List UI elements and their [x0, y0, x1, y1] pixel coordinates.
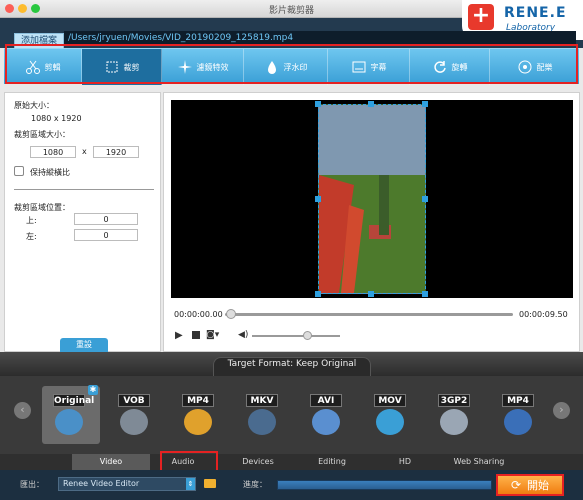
file-path-field[interactable]: /Users/jryuen/Movies/VID_20190209_125819…: [64, 31, 576, 45]
format-item-vob[interactable]: VOB: [116, 392, 152, 438]
plus-icon: +: [468, 4, 494, 30]
category-devices[interactable]: Devices: [225, 454, 291, 470]
progress-bar: [277, 480, 492, 490]
format-icon: [504, 409, 532, 435]
reset-button[interactable]: 重設: [60, 338, 108, 352]
timeline-slider[interactable]: [225, 313, 513, 316]
time-end: 00:00:09.50: [519, 310, 568, 319]
volume-slider[interactable]: [252, 335, 340, 337]
start-label: 開始: [527, 479, 550, 492]
volume-knob[interactable]: [303, 331, 312, 340]
format-item-avi[interactable]: AVI: [308, 392, 344, 438]
time-current: 00:00:00.00: [174, 310, 223, 319]
format-icon: [55, 409, 83, 435]
keep-ratio-label: 保持縱橫比: [30, 168, 70, 177]
left-offset-label: 左:: [26, 232, 37, 241]
stop-icon[interactable]: [192, 331, 200, 339]
gear-icon[interactable]: ✱: [88, 385, 98, 395]
play-icon[interactable]: ▶: [175, 330, 183, 341]
crop-height-input[interactable]: 1920: [93, 146, 139, 158]
original-size-value: 1080 x 1920: [31, 114, 82, 123]
format-item-mp4-alt[interactable]: MP4: [500, 392, 536, 438]
format-item-mov[interactable]: MOV: [372, 392, 408, 438]
format-item-original[interactable]: Original: [51, 392, 95, 438]
format-label: Original: [53, 394, 95, 407]
crop-frame[interactable]: [318, 104, 426, 294]
format-label: 3GP2: [438, 394, 470, 407]
target-format-label: Target Format: Keep Original: [227, 359, 357, 369]
format-label: MOV: [374, 394, 406, 407]
start-button[interactable]: ⟳ 開始: [496, 474, 564, 496]
crop-position-label: 裁剪區域位置：: [14, 203, 70, 212]
category-hd[interactable]: HD: [372, 454, 438, 470]
output-select[interactable]: Renee Video Editor: [58, 477, 196, 491]
timeline-knob[interactable]: [226, 309, 236, 319]
chevron-down-icon[interactable]: ⇕: [186, 478, 195, 490]
crop-handle[interactable]: [315, 291, 321, 297]
format-icon: [440, 409, 468, 435]
chevron-right-icon[interactable]: ›: [553, 402, 570, 419]
format-label: VOB: [118, 394, 150, 407]
crop-handle[interactable]: [422, 291, 428, 297]
top-offset-input[interactable]: 0: [74, 213, 138, 225]
progress-label: 進度：: [243, 480, 267, 489]
format-icon: [312, 409, 340, 435]
category-web-sharing[interactable]: Web Sharing: [446, 454, 512, 470]
format-icon: [376, 409, 404, 435]
crop-handle[interactable]: [368, 291, 374, 297]
crop-handle[interactable]: [368, 101, 374, 107]
format-icon: [120, 409, 148, 435]
left-offset-input[interactable]: 0: [74, 229, 138, 241]
crop-handle[interactable]: [315, 101, 321, 107]
crop-handle[interactable]: [315, 196, 321, 202]
format-icon: [184, 409, 212, 435]
crop-size-label: 裁剪區域大小：: [14, 130, 70, 139]
top-offset-label: 上:: [26, 216, 37, 225]
output-label: 匯出：: [20, 480, 44, 489]
video-frame-image: [319, 105, 425, 293]
format-label: AVI: [310, 394, 342, 407]
crop-handle[interactable]: [422, 101, 428, 107]
volume-icon[interactable]: ◀): [238, 330, 248, 340]
format-item-mkv[interactable]: MKV: [244, 392, 280, 438]
format-icon: [248, 409, 276, 435]
refresh-icon: ⟳: [510, 478, 522, 492]
toolbar-highlight: [5, 44, 578, 84]
chevron-left-icon[interactable]: ‹: [14, 402, 31, 419]
format-label: MKV: [246, 394, 278, 407]
keep-ratio-checkbox[interactable]: [14, 166, 24, 176]
crop-size-separator: x: [82, 147, 87, 156]
category-editing[interactable]: Editing: [299, 454, 365, 470]
divider: [14, 189, 154, 190]
format-label: MP4: [182, 394, 214, 407]
original-size-label: 原始大小：: [14, 101, 54, 110]
category-video[interactable]: Video: [72, 454, 150, 470]
format-label: MP4: [502, 394, 534, 407]
camera-icon[interactable]: ◙▾: [206, 330, 219, 340]
crop-width-input[interactable]: 1080: [30, 146, 76, 158]
format-item-mp4[interactable]: MP4: [180, 392, 216, 438]
crop-handle[interactable]: [422, 196, 428, 202]
format-item-3gp2[interactable]: 3GP2: [436, 392, 472, 438]
brand-name: RENE.E: [504, 5, 567, 21]
folder-icon[interactable]: [204, 479, 216, 488]
